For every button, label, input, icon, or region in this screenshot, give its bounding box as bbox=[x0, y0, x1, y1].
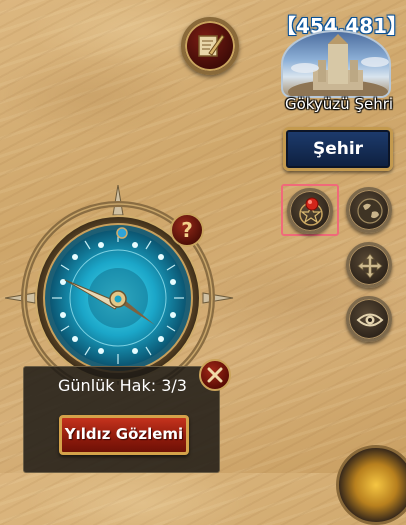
move-button[interactable] bbox=[346, 242, 392, 288]
close-icon bbox=[207, 367, 223, 383]
close-button[interactable] bbox=[199, 359, 231, 391]
help-button[interactable]: ? bbox=[170, 213, 204, 247]
world-map-button[interactable] bbox=[346, 187, 392, 233]
sky-city-image bbox=[288, 34, 389, 96]
star-observation-start-button[interactable]: Yıldız Gözlemi bbox=[59, 415, 189, 455]
scroll-quill-icon bbox=[198, 34, 225, 57]
daily-observation-panel: Günlük Hak: 3/3 Yıldız Gözlemi bbox=[23, 366, 220, 473]
arrows-move-icon bbox=[357, 253, 383, 279]
daily-uses-label: Günlük Hak: 3/3 bbox=[58, 376, 187, 395]
zodiac-compass[interactable] bbox=[5, 185, 235, 385]
city-button[interactable]: Şehir bbox=[283, 127, 393, 171]
mission-button[interactable] bbox=[181, 17, 239, 75]
eye-icon bbox=[356, 313, 384, 327]
view-button[interactable] bbox=[346, 296, 392, 342]
corner-event-button[interactable] bbox=[336, 445, 406, 525]
city-name: Gökyüzü Şehri bbox=[284, 95, 394, 113]
star-globe-icon bbox=[299, 197, 323, 226]
globe-icon bbox=[357, 198, 383, 224]
star-observation-button[interactable] bbox=[281, 184, 339, 236]
city-portrait[interactable] bbox=[281, 30, 391, 98]
